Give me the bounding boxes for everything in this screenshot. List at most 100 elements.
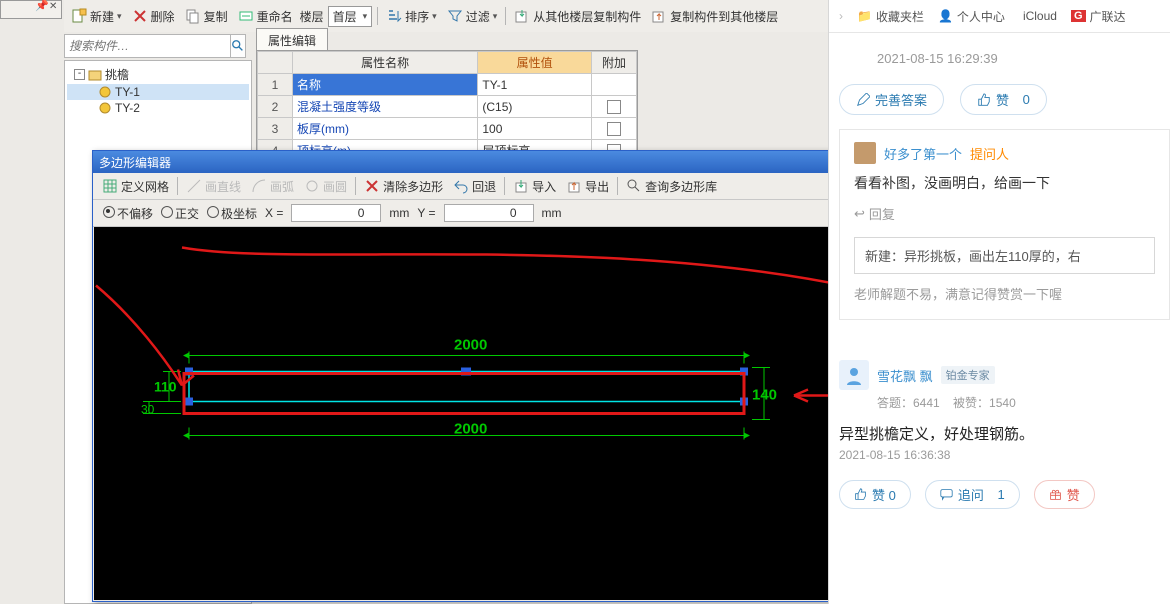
search-row — [64, 34, 246, 58]
separator — [505, 7, 506, 25]
copy-button[interactable]: 复制 — [182, 6, 231, 27]
pin-icon[interactable]: 📌 — [35, 0, 49, 12]
bookmark-gld[interactable]: G广联达 — [1071, 8, 1126, 25]
import-button[interactable]: 导入 — [510, 176, 559, 197]
component-icon — [98, 85, 112, 99]
new-button[interactable]: 新建 ▾ — [68, 6, 125, 27]
asker-tag: 提问人 — [970, 144, 1009, 163]
label: 导出 — [585, 178, 609, 195]
import-icon — [514, 8, 530, 24]
like-button[interactable]: 赞 0 — [960, 84, 1047, 115]
close-icon[interactable]: ✕ — [49, 1, 57, 12]
chevron-right-icon[interactable]: › — [839, 9, 843, 23]
tree-root[interactable]: - 挑檐 — [67, 65, 249, 84]
label: 画直线 — [205, 178, 241, 195]
tree-item-ty2[interactable]: TY-2 — [67, 100, 249, 116]
table-row[interactable]: 2 混凝土强度等级 (C15) — [258, 96, 637, 118]
label: 画弧 — [270, 178, 294, 195]
col-extra: 附加 — [592, 52, 637, 74]
tree-item-ty1[interactable]: TY-1 — [67, 84, 249, 100]
draw-line-button: 画直线 — [183, 176, 244, 197]
answer2-header: 雪花飘 飘 铂金专家 — [839, 360, 1170, 390]
y-value: 0 — [510, 206, 517, 220]
drawing-canvas[interactable]: 2000 2000 110 30 140 — [94, 227, 852, 600]
rename-button[interactable]: 重命名 — [235, 6, 296, 27]
copy-to-button[interactable]: 复制构件到其他楼层 — [648, 6, 781, 27]
clear-polygon-button[interactable]: 清除多边形 — [361, 176, 446, 197]
reply-icon: ↩ — [854, 206, 865, 222]
sort-button[interactable]: 排序 ▾ — [383, 6, 440, 27]
property-table: 属性名称 属性值 附加 1 名称 TY-1 2 混凝土强度等级 (C15) 3 … — [256, 50, 638, 163]
delete-button[interactable]: 删除 — [129, 6, 178, 27]
cell-name: 名称 — [293, 74, 478, 96]
separator — [355, 177, 356, 195]
col-value: 属性值 — [478, 52, 592, 74]
folder-icon — [88, 68, 102, 82]
floor-combo[interactable]: 首层 ▾ — [328, 6, 373, 27]
table-row[interactable]: 3 板厚(mm) 100 — [258, 118, 637, 140]
improve-answer-button[interactable]: 完善答案 — [839, 84, 944, 115]
cell-extra[interactable] — [592, 96, 637, 118]
answer-author[interactable]: 好多了第一个 — [884, 144, 962, 163]
radio-nooffset[interactable]: 不偏移 — [103, 205, 153, 222]
cell-extra[interactable] — [592, 118, 637, 140]
note-text: 老师解题不易，满意记得赞赏一下喔 — [854, 284, 1155, 303]
checkbox[interactable] — [607, 122, 621, 136]
search-input[interactable] — [64, 34, 231, 58]
action-row: 完善答案 赞 0 — [829, 84, 1170, 129]
label: iCloud — [1023, 9, 1057, 23]
dim-right: 140 — [752, 387, 777, 404]
quote-box: 新建：异形挑板，画出左110厚的，右 — [854, 237, 1155, 274]
tab-property[interactable]: 属性编辑 — [256, 28, 328, 51]
tree-item-label: TY-2 — [115, 101, 140, 115]
cell-value[interactable]: TY-1 — [478, 74, 592, 96]
y-input[interactable]: 0 — [444, 204, 534, 222]
x-value: 0 — [358, 206, 365, 220]
bookmark-icloud[interactable]: iCloud — [1019, 9, 1057, 23]
export-button[interactable]: 导出 — [563, 176, 612, 197]
separator — [177, 177, 178, 195]
reply-button[interactable]: ↩ 回复 — [854, 204, 1155, 223]
like-button-2[interactable]: 赞 0 — [839, 480, 911, 509]
answer-card: 好多了第一个 提问人 看看补图，没画明白，给画一下 ↩ 回复 新建：异形挑板，画… — [839, 129, 1170, 320]
avatar[interactable] — [854, 142, 876, 164]
query-library-button[interactable]: 查询多边形库 — [623, 176, 720, 197]
polygon-editor-window: 多边形编辑器 ✕ 定义网格 画直线 画弧 画圆 — [92, 150, 854, 602]
thumb-up-icon — [854, 488, 867, 501]
filter-button[interactable]: 过滤 ▾ — [444, 6, 501, 27]
y-label: Y = — [417, 206, 435, 220]
cell-name: 板厚(mm) — [293, 118, 478, 140]
cell-value[interactable]: 100 — [478, 118, 592, 140]
rename-icon — [238, 8, 254, 24]
bookmark-personal[interactable]: 👤个人中心 — [938, 8, 1005, 25]
bookmark-fav[interactable]: 📁收藏夹栏 — [857, 8, 924, 25]
cell-name: 混凝土强度等级 — [293, 96, 478, 118]
cell-value[interactable]: (C15) — [478, 96, 592, 118]
answer2-stats: 答题：6441 被赞：1540 — [877, 394, 1170, 411]
followup-button[interactable]: 追问 1 — [925, 480, 1020, 509]
avatar[interactable] — [839, 360, 869, 390]
tip-button[interactable]: 赞 — [1034, 480, 1095, 509]
window-titlebar[interactable]: 多边形编辑器 ✕ — [93, 151, 853, 173]
sort-icon — [386, 8, 402, 24]
delete-icon — [364, 178, 380, 194]
undo-button[interactable]: 回退 — [450, 176, 499, 197]
minus-icon[interactable]: - — [74, 69, 85, 80]
copy-from-button[interactable]: 从其他楼层复制构件 — [511, 6, 644, 27]
radio-ortho[interactable]: 正交 — [161, 205, 199, 222]
answer2-timestamp: 2021-08-15 16:36:38 — [839, 448, 1170, 462]
x-input[interactable]: 0 — [291, 204, 381, 222]
export-icon — [651, 8, 667, 24]
delete-label: 删除 — [151, 8, 175, 25]
search-button[interactable] — [231, 34, 246, 58]
label: 极坐标 — [221, 207, 257, 221]
table-row[interactable]: 1 名称 TY-1 — [258, 74, 637, 96]
radio-polar[interactable]: 极坐标 — [207, 205, 257, 222]
checkbox[interactable] — [607, 100, 621, 114]
define-grid-button[interactable]: 定义网格 — [99, 176, 172, 197]
chevron-down-icon: ▾ — [363, 11, 368, 22]
answer2-author[interactable]: 雪花飘 飘 — [877, 366, 933, 385]
x-label: X = — [265, 206, 283, 220]
new-icon — [71, 8, 87, 24]
answer2-actions: 赞 0 追问 1 赞 — [839, 480, 1170, 509]
